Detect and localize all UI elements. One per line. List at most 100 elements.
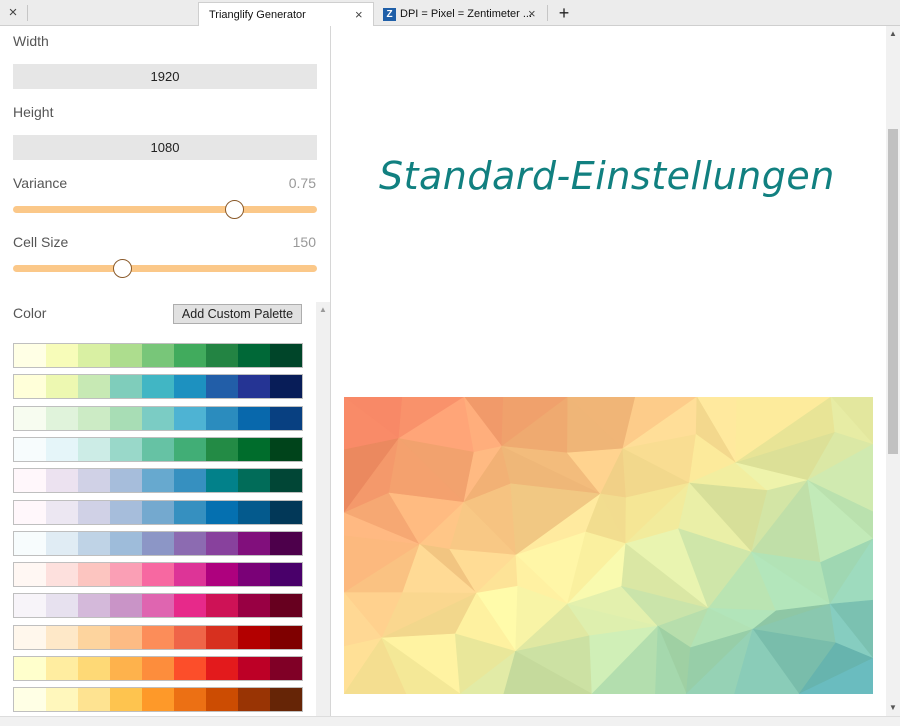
palette-swatch (174, 406, 206, 430)
status-bar (0, 716, 900, 726)
palette-swatch (14, 531, 46, 555)
color-palette-option[interactable] (13, 405, 303, 431)
palette-swatch (14, 469, 46, 493)
palette-swatch (14, 563, 46, 587)
palette-swatch (78, 563, 110, 587)
palette-swatch (14, 437, 46, 461)
page-scrollbar[interactable]: ▲ ▼ (886, 26, 900, 716)
new-tab-icon[interactable]: + (555, 2, 573, 24)
color-palette-option[interactable] (13, 593, 303, 619)
tab-title: DPI = Pixel = Zentimeter ... (400, 8, 533, 20)
cell-size-slider-thumb[interactable] (112, 259, 132, 278)
variance-slider-thumb[interactable] (225, 200, 245, 219)
tab-separator (547, 5, 548, 21)
tab-bar: × Trianglify Generator × Z DPI = Pixel =… (0, 0, 900, 26)
color-palette-option[interactable] (13, 468, 303, 494)
palette-swatch (14, 375, 46, 399)
color-palette-option[interactable] (13, 499, 303, 525)
palette-swatch (142, 437, 174, 461)
palette-swatch (110, 531, 142, 555)
palette-swatch (110, 625, 142, 649)
palette-swatch (142, 563, 174, 587)
preview-panel: Standard-Einstellungen (331, 26, 886, 716)
close-icon[interactable]: × (4, 4, 22, 22)
palette-swatch (174, 531, 206, 555)
palette-swatch (110, 406, 142, 430)
palette-swatch (14, 406, 46, 430)
palette-swatch (270, 375, 302, 399)
scroll-down-icon[interactable]: ▼ (886, 700, 900, 716)
color-palette-option[interactable] (13, 530, 303, 556)
palette-swatch (78, 625, 110, 649)
palette-swatch (46, 657, 78, 680)
color-palette-option[interactable] (13, 436, 303, 462)
close-icon[interactable]: × (355, 3, 363, 27)
color-palette-option[interactable] (13, 343, 303, 368)
color-palette-option[interactable] (13, 656, 303, 681)
palette-swatch (174, 688, 206, 712)
palette-swatch (238, 344, 270, 367)
add-custom-palette-button[interactable]: Add Custom Palette (173, 304, 302, 324)
palette-swatch (238, 657, 270, 680)
cell-size-slider[interactable] (13, 259, 317, 278)
palette-swatch (46, 531, 78, 555)
palette-swatch (206, 375, 238, 399)
palette-swatch (206, 344, 238, 367)
palette-swatch (174, 437, 206, 461)
palette-swatch (174, 469, 206, 493)
palette-swatch (270, 531, 302, 555)
color-label: Color (13, 305, 47, 321)
settings-panel: Width 1920 Height 1080 Variance 0.75 Cel… (0, 26, 331, 716)
page-scrollbar-thumb[interactable] (888, 129, 898, 454)
palette-swatch (174, 500, 206, 524)
palette-swatch (78, 375, 110, 399)
palette-swatch (238, 625, 270, 649)
close-icon[interactable]: × (528, 2, 536, 26)
color-palette-option[interactable] (13, 374, 303, 400)
palette-swatch (270, 437, 302, 461)
palette-swatch (238, 594, 270, 618)
palette-swatch (14, 688, 46, 712)
palette-swatch (206, 594, 238, 618)
palette-swatch (142, 657, 174, 680)
palette-swatch (206, 469, 238, 493)
palette-swatch (142, 688, 174, 712)
cell-size-label: Cell Size (13, 234, 69, 250)
palette-swatch (174, 375, 206, 399)
palette-swatch (270, 500, 302, 524)
tab-trianglify-generator[interactable]: Trianglify Generator × (198, 2, 374, 26)
palette-swatch (206, 688, 238, 712)
variance-slider[interactable] (13, 200, 317, 219)
palette-swatch (110, 375, 142, 399)
scroll-up-icon[interactable]: ▲ (316, 302, 330, 318)
palette-swatch (270, 406, 302, 430)
palette-swatch (142, 375, 174, 399)
palette-swatch (174, 594, 206, 618)
palette-swatch (110, 563, 142, 587)
scroll-up-icon[interactable]: ▲ (886, 26, 900, 42)
palette-swatch (142, 406, 174, 430)
palette-swatch (46, 344, 78, 367)
palette-swatch (142, 594, 174, 618)
palette-swatch (46, 406, 78, 430)
color-palette-option[interactable] (13, 562, 303, 588)
palette-swatch (46, 594, 78, 618)
palette-swatch (270, 657, 302, 680)
palette-swatch (78, 500, 110, 524)
cell-size-value: 150 (292, 234, 316, 250)
palette-swatch (110, 594, 142, 618)
palette-swatch (46, 469, 78, 493)
palette-swatch (142, 531, 174, 555)
palette-swatch (46, 625, 78, 649)
palette-swatch (14, 594, 46, 618)
color-palette-option[interactable] (13, 687, 303, 713)
palette-scrollbar[interactable]: ▲ (316, 302, 330, 716)
width-input[interactable]: 1920 (13, 64, 317, 89)
color-palette-option[interactable] (13, 624, 303, 650)
tab-dpi-pixel[interactable]: Z DPI = Pixel = Zentimeter ... × (375, 2, 547, 26)
triangle-pattern-image (344, 397, 873, 694)
palette-swatch (238, 437, 270, 461)
palette-swatch (206, 437, 238, 461)
palette-swatch (206, 500, 238, 524)
height-input[interactable]: 1080 (13, 135, 317, 160)
